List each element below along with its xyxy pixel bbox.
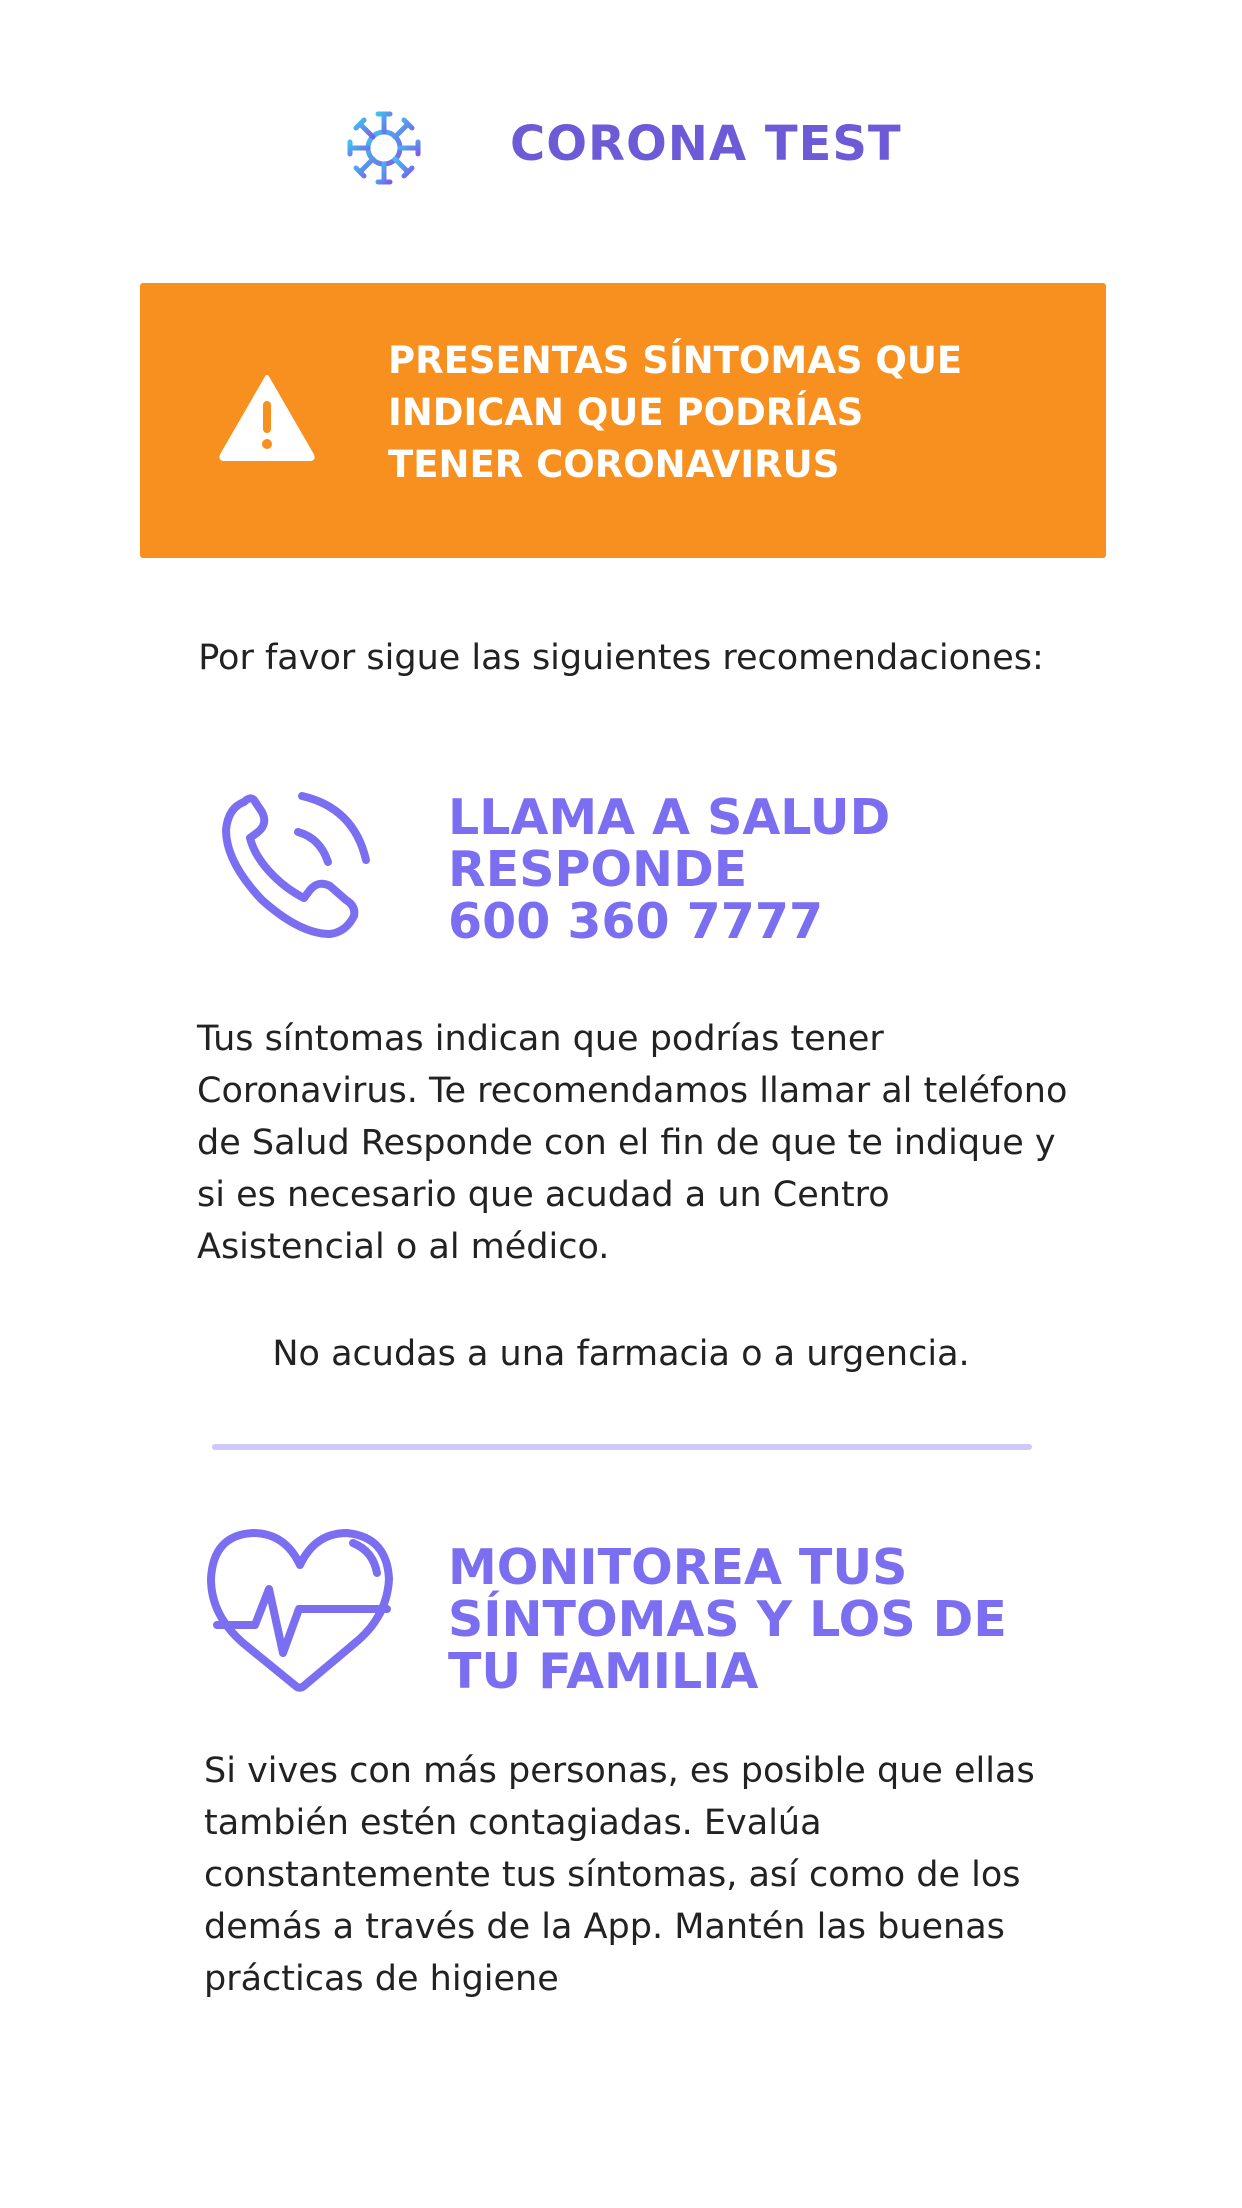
virus-icon <box>347 111 421 185</box>
phone-call-icon <box>222 792 370 938</box>
call-section-title: LLAMA A SALUD RESPONDE 600 360 7777 <box>448 789 891 950</box>
app-title: CORONA TEST <box>510 116 902 172</box>
header: CORONA TEST <box>0 100 1242 200</box>
alert-message: PRESENTAS SÍNTOMAS QUE INDICAN QUE PODRÍ… <box>388 339 963 486</box>
monitor-section-description: Si vives con más personas, es posible qu… <box>204 1751 1035 1999</box>
section-divider <box>212 1444 1032 1450</box>
heart-pulse-icon <box>207 1529 393 1692</box>
monitor-section-title: MONITOREA TUS SÍNTOMAS Y LOS DE TU FAMIL… <box>448 1539 1007 1700</box>
pharmacy-warning: No acudas a una farmacia o a urgencia. <box>272 1334 970 1374</box>
call-section-description: Tus síntomas indican que podrías tener C… <box>197 1019 1068 1267</box>
symptoms-alert-banner: PRESENTAS SÍNTOMAS QUE INDICAN QUE PODRÍ… <box>140 283 1106 558</box>
intro-text: Por favor sigue las siguientes recomenda… <box>198 638 1044 678</box>
warning-triangle-icon <box>219 375 315 461</box>
